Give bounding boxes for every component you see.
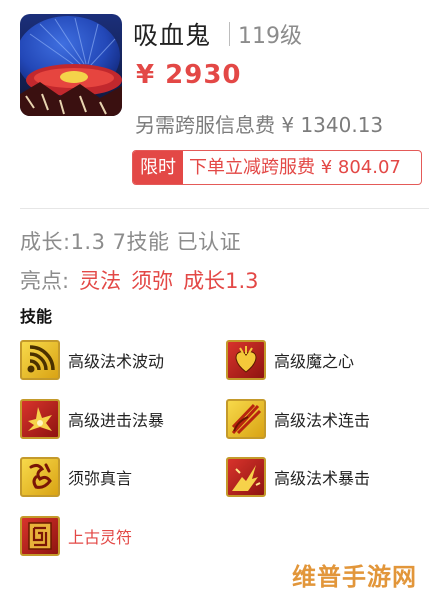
skill-item[interactable]: 上古灵符 bbox=[20, 514, 132, 558]
highlights: 亮点: 灵法 须弥 成长1.3 bbox=[20, 265, 258, 295]
pet-thumbnail[interactable] bbox=[20, 14, 122, 116]
pet-name: 吸血鬼 bbox=[133, 21, 212, 50]
skill-item[interactable]: 高级法术波动 bbox=[20, 338, 164, 382]
price: ¥ 2930 bbox=[136, 60, 242, 90]
skill-name: 高级魔之心 bbox=[274, 352, 355, 371]
highlight-tag: 成长1.3 bbox=[183, 269, 259, 293]
highlight-tag: 须弥 bbox=[131, 269, 174, 293]
wave-icon bbox=[20, 340, 60, 380]
skill-name: 高级法术波动 bbox=[68, 352, 165, 371]
divider bbox=[20, 208, 429, 209]
burst-icon bbox=[20, 399, 60, 439]
skill-item[interactable]: 高级魔之心 bbox=[226, 338, 354, 382]
skill-name: 高级进击法暴 bbox=[68, 411, 165, 430]
cross-server-fee: 另需跨服信息费 ¥ 1340.13 bbox=[135, 113, 384, 137]
skill-item[interactable]: 高级法术连击 bbox=[226, 397, 370, 441]
skill-item[interactable]: 须弥真言 bbox=[20, 455, 132, 499]
skill-name: 上古灵符 bbox=[68, 528, 133, 547]
watermark: 维普手游网 bbox=[292, 563, 417, 591]
heart-icon bbox=[226, 340, 266, 380]
skill-item[interactable]: 高级进击法暴 bbox=[20, 397, 164, 441]
combo-strike-icon bbox=[226, 399, 266, 439]
promo-tag: 限时 bbox=[133, 151, 183, 184]
pet-info-line: 成长:1.3 7技能 已认证 bbox=[20, 230, 242, 254]
pet-level: 119级 bbox=[238, 24, 302, 49]
promo-banner[interactable]: 限时 下单立减跨服费 ¥ 804.07 bbox=[132, 150, 422, 185]
skills-title: 技能 bbox=[20, 307, 53, 326]
crit-icon bbox=[226, 457, 266, 497]
skill-item[interactable]: 高级法术暴击 bbox=[226, 455, 370, 499]
highlights-label: 亮点: bbox=[20, 269, 70, 293]
highlight-tag: 灵法 bbox=[79, 269, 122, 293]
talisman-icon bbox=[20, 516, 60, 556]
skill-name: 高级法术连击 bbox=[274, 411, 371, 430]
skill-name: 须弥真言 bbox=[68, 469, 133, 488]
pet-listing-card[interactable]: 吸血鬼 119级 ¥ 2930 另需跨服信息费 ¥ 1340.13 限时 下单立… bbox=[0, 0, 429, 600]
promo-text: 下单立减跨服费 ¥ 804.07 bbox=[189, 157, 401, 178]
title-separator bbox=[229, 22, 230, 46]
skill-name: 高级法术暴击 bbox=[274, 469, 371, 488]
rune-icon bbox=[20, 457, 60, 497]
